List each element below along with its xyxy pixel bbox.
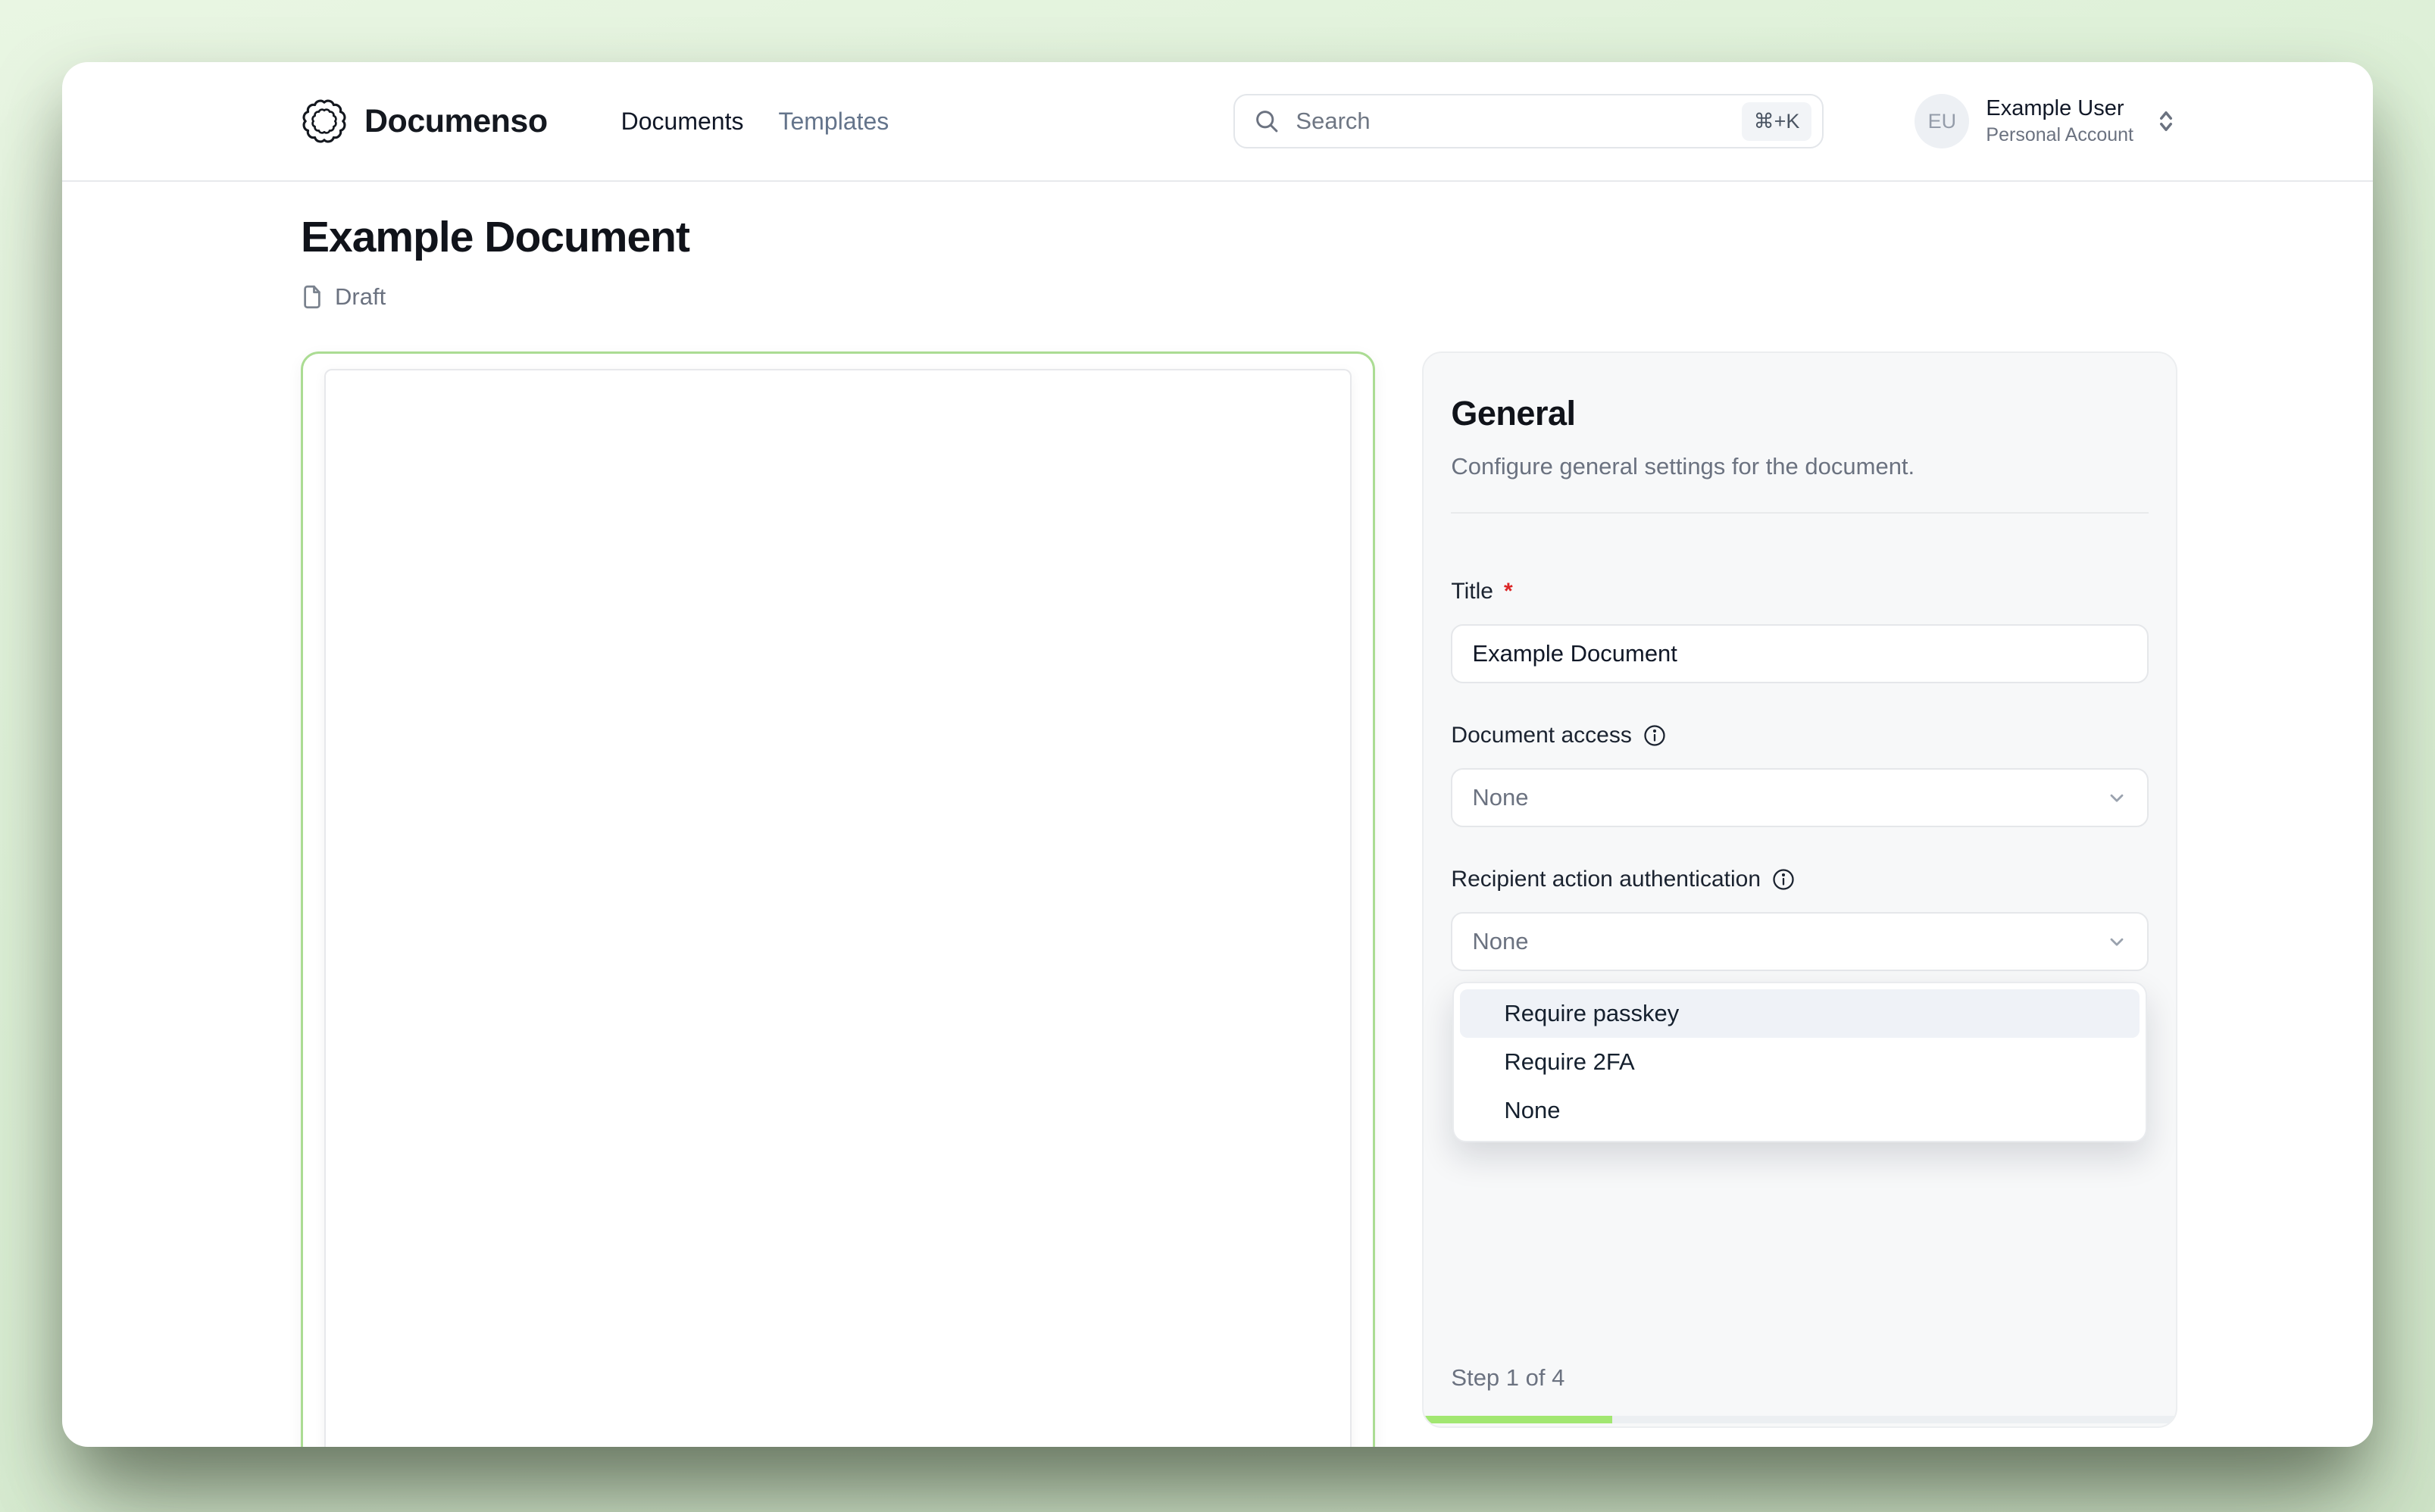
panel-subtitle: Configure general settings for the docum… — [1451, 453, 1915, 480]
dropdown-option-require-passkey[interactable]: Require passkey — [1460, 989, 2140, 1038]
recipient-auth-label-text: Recipient action authentication — [1451, 867, 1761, 892]
account-menu-trigger[interactable]: EU Example User Personal Account — [1915, 94, 2177, 148]
document-access-value: None — [1472, 784, 1529, 811]
info-icon[interactable] — [1643, 723, 1667, 748]
status-label: Draft — [335, 283, 386, 310]
recipient-auth-value: None — [1472, 928, 1529, 954]
search-shortcut-badge: ⌘+K — [1741, 102, 1812, 141]
app-header: Documenso Documents Templates ⌘+K EU Exa… — [62, 62, 2373, 182]
desktop-background: { "header": { "brand": "Documenso", "nav… — [0, 0, 2435, 1512]
panel-title: General — [1451, 394, 1576, 433]
progress-fill — [1424, 1416, 1612, 1423]
document-preview-frame — [301, 351, 1376, 1447]
dropdown-option-require-2fa[interactable]: Require 2FA — [1460, 1038, 2140, 1086]
general-settings-panel: General Configure general settings for t… — [1422, 351, 2177, 1428]
nav-templates[interactable]: Templates — [778, 108, 889, 136]
document-access-label: Document access — [1451, 723, 2149, 748]
user-meta: Example User Personal Account — [1986, 96, 2133, 146]
document-access-label-text: Document access — [1451, 723, 1632, 748]
app-window: Documenso Documents Templates ⌘+K EU Exa… — [62, 62, 2373, 1447]
nav-documents[interactable]: Documents — [621, 108, 744, 136]
brand-name: Documenso — [364, 102, 548, 139]
title-field-label: Title * — [1451, 579, 2149, 604]
search-icon — [1253, 108, 1280, 135]
chevron-down-icon — [2106, 931, 2127, 952]
brand-logo[interactable]: Documenso — [301, 98, 548, 145]
recipient-auth-label: Recipient action authentication — [1451, 867, 2149, 892]
title-label-text: Title — [1451, 579, 1493, 604]
document-access-select-wrap: None — [1451, 748, 2149, 827]
pdf-page — [324, 369, 1352, 1447]
progress-track — [1424, 1416, 2176, 1423]
page-title: Example Document — [301, 213, 690, 261]
info-icon[interactable] — [1771, 867, 1796, 892]
avatar: EU — [1915, 94, 1970, 148]
recipient-auth-dropdown: Require passkey Require 2FA None — [1452, 982, 2147, 1142]
user-name: Example User — [1986, 96, 2124, 120]
documenso-seal-icon — [301, 98, 348, 145]
document-status: Draft — [301, 283, 2177, 311]
chevrons-up-down-icon — [2155, 108, 2177, 135]
document-access-select[interactable]: None — [1451, 768, 2149, 827]
chevron-down-icon — [2106, 787, 2127, 808]
search-input[interactable] — [1294, 107, 1742, 136]
step-indicator: Step 1 of 4 — [1451, 1364, 1565, 1391]
search-bar[interactable]: ⌘+K — [1233, 94, 1824, 148]
main-nav: Documents Templates — [621, 108, 889, 136]
file-icon — [301, 283, 324, 311]
dropdown-option-none[interactable]: None — [1460, 1086, 2140, 1135]
user-account-type: Personal Account — [1986, 124, 2133, 145]
recipient-auth-select[interactable]: None — [1451, 912, 2149, 971]
panel-divider — [1451, 512, 2149, 514]
title-input[interactable] — [1451, 624, 2149, 683]
panel-footer: Step 1 of 4 — [1424, 1364, 2176, 1426]
page-content: Example Document Draft General Configure… — [62, 212, 2373, 1447]
recipient-auth-select-wrap: None Require passkey Require 2FA None — [1451, 892, 2149, 1142]
required-asterisk: * — [1503, 579, 1513, 604]
content-row: General Configure general settings for t… — [301, 351, 2177, 1447]
